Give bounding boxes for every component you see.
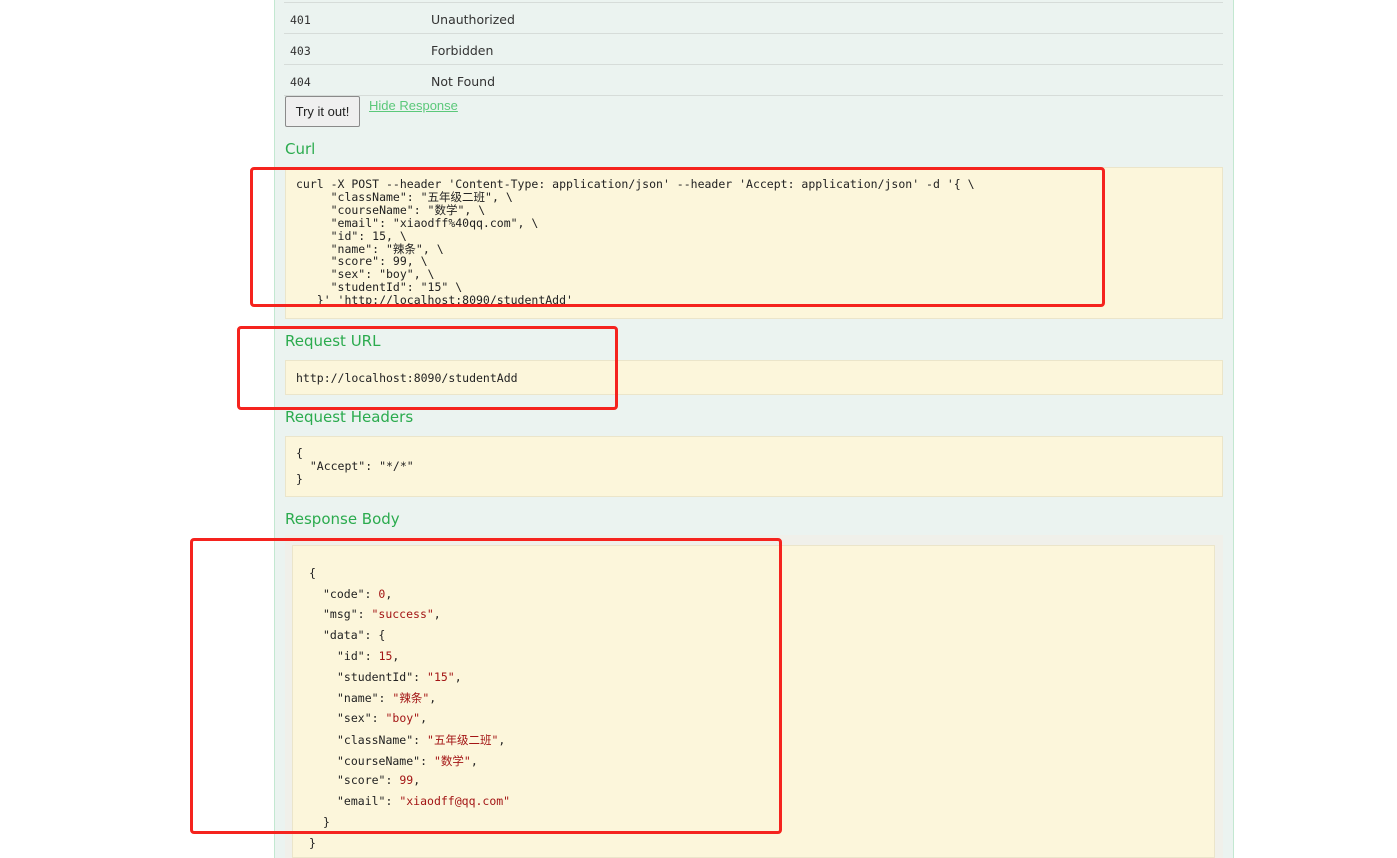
status-code: 403 (290, 44, 311, 58)
json-studentid-value: "15" (427, 670, 455, 684)
json-coursename-value: "数学" (433, 754, 471, 768)
request-url-block: http://localhost:8090/studentAdd (285, 360, 1223, 395)
try-it-out-button[interactable]: Try it out! (285, 96, 360, 127)
json-email-value: "xiaodff@qq.com" (399, 794, 511, 808)
request-headers-block: { "Accept": "*/*" } (285, 436, 1223, 497)
status-reason: Forbidden (431, 43, 494, 58)
hide-response-link[interactable]: Hide Response (369, 98, 458, 113)
json-msg-value: "success" (371, 607, 434, 621)
json-name-value: "辣条" (392, 691, 430, 705)
request-url-title: Request URL (285, 332, 381, 350)
request-headers-title: Request Headers (285, 408, 414, 426)
status-reason: Not Found (431, 74, 496, 89)
curl-block: curl -X POST --header 'Content-Type: app… (285, 167, 1223, 319)
response-body-block: { "code": 0, "msg": "success", "data": {… (292, 545, 1215, 858)
curl-title: Curl (285, 140, 316, 158)
table-row: 404 Not Found (284, 65, 1223, 96)
table-row: 401 Unauthorized (284, 3, 1223, 34)
curl-command: curl -X POST --header 'Content-Type: app… (296, 177, 975, 308)
request-headers-json: { "Accept": "*/*" } (296, 446, 414, 486)
json-code-value: 0 (378, 587, 386, 601)
json-id-value: 15 (378, 649, 393, 663)
table-row: 403 Forbidden (284, 34, 1223, 65)
response-body-title: Response Body (285, 510, 400, 528)
json-score-value: 99 (399, 773, 414, 787)
json-classname-value: "五年级二班" (427, 733, 499, 747)
status-code: 401 (290, 13, 311, 27)
json-sex-value: "boy" (385, 711, 421, 725)
request-url-value: http://localhost:8090/studentAdd (296, 371, 518, 385)
status-code: 404 (290, 75, 311, 89)
status-reason: Unauthorized (431, 12, 515, 27)
